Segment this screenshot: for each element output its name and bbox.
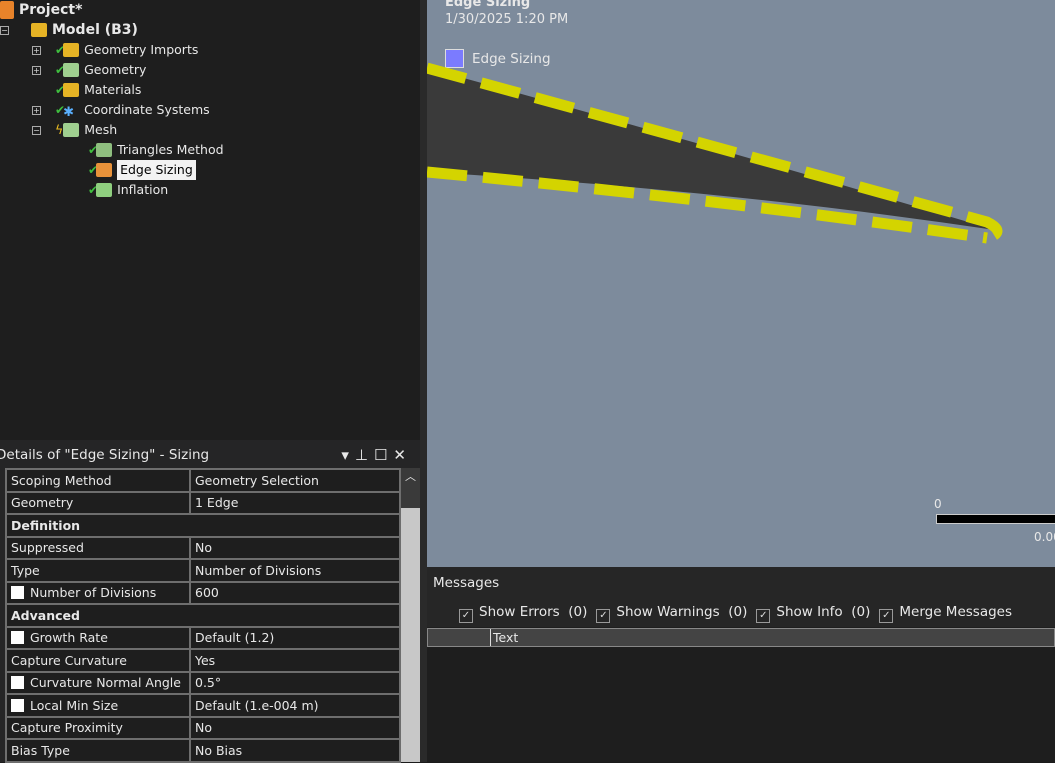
messages-table-header: Text bbox=[427, 628, 1055, 647]
close-icon[interactable]: ✕ bbox=[393, 446, 412, 464]
geometry-icon bbox=[63, 63, 80, 77]
checkbox[interactable]: ✓ bbox=[879, 609, 894, 623]
messages-panel: Messages ✓ Show Errors (0) ✓ Show Warnings … bbox=[427, 567, 1055, 762]
folder-icon bbox=[63, 43, 80, 57]
group-label: Definition bbox=[5, 513, 401, 538]
property-name: Scoping Method bbox=[5, 468, 191, 493]
property-name: Local Min Size bbox=[5, 693, 191, 718]
details-row[interactable]: Suppressed No bbox=[5, 535, 401, 560]
property-value[interactable]: No Bias bbox=[189, 738, 401, 763]
details-row[interactable]: Growth Rate Default (1.2) bbox=[5, 625, 401, 650]
property-value[interactable]: Yes bbox=[189, 648, 401, 673]
checkbox[interactable]: ✓ bbox=[459, 609, 473, 623]
message-filters: ✓ Show Errors (0) ✓ Show Warnings (0) ✓ Show … bbox=[427, 597, 1055, 627]
scale-label-start: 0 bbox=[934, 497, 942, 511]
parameter-checkbox[interactable] bbox=[11, 631, 24, 645]
tree-project[interactable]: Project* bbox=[0, 0, 82, 20]
details-table: Scoping Method Geometry Selection Geometry… bbox=[5, 468, 401, 763]
tree-model[interactable]: − Model (B3) bbox=[0, 20, 138, 40]
panel-splitter[interactable] bbox=[420, 0, 427, 762]
property-value[interactable]: Default (1.e-004 m) bbox=[189, 693, 401, 718]
details-scrollbar[interactable]: ︿ bbox=[401, 468, 420, 762]
graphics-viewport[interactable]: Edge Sizing 1/30/2025 1:20 PM Edge Sizin… bbox=[427, 0, 1055, 567]
checkbox[interactable]: ✓ bbox=[596, 609, 611, 623]
tree-item-triangles-method[interactable]: ✔ Triangles Method bbox=[88, 140, 224, 160]
filter-show-info[interactable]: ✓ Show Info (0) bbox=[756, 604, 870, 623]
property-name: Number of Divisions bbox=[5, 580, 191, 605]
details-row[interactable]: Type Number of Divisions bbox=[5, 558, 401, 583]
scale-bar bbox=[936, 514, 1055, 524]
property-name: Suppressed bbox=[5, 535, 191, 560]
details-row[interactable]: Number of Divisions 600 bbox=[5, 580, 401, 605]
details-group[interactable]: Definition bbox=[5, 513, 401, 538]
model-icon bbox=[31, 23, 47, 37]
property-value[interactable]: 0.5° bbox=[189, 670, 401, 695]
property-name: Geometry bbox=[5, 490, 191, 515]
property-name: Growth Rate bbox=[5, 625, 191, 650]
lightning-icon: ϟ bbox=[55, 122, 64, 137]
details-row[interactable]: Geometry 1 Edge bbox=[5, 490, 401, 515]
group-label: Advanced bbox=[5, 603, 401, 628]
expand-icon[interactable]: + bbox=[32, 65, 41, 75]
filter-show-warnings[interactable]: ✓ Show Warnings (0) bbox=[596, 604, 747, 623]
property-value[interactable]: No bbox=[189, 535, 401, 560]
details-row[interactable]: Bias Type No Bias bbox=[5, 738, 401, 763]
tree-item-coordinate-systems[interactable]: + ✔ ✱ Coordinate Systems bbox=[32, 100, 210, 120]
details-row[interactable]: Capture Curvature Yes bbox=[5, 648, 401, 673]
filter-show-errors[interactable]: ✓ Show Errors (0) bbox=[459, 604, 587, 623]
method-icon bbox=[96, 143, 113, 157]
expand-icon[interactable]: + bbox=[32, 105, 41, 115]
details-panel: Details of "Edge Sizing" - Sizing ▾⊥☐✕ S… bbox=[0, 440, 420, 763]
collapse-icon[interactable]: − bbox=[0, 25, 9, 35]
sizing-icon bbox=[96, 163, 113, 177]
property-name: Type bbox=[5, 558, 191, 583]
materials-icon bbox=[63, 83, 80, 97]
tree-item-mesh[interactable]: − ϟ Mesh bbox=[32, 120, 117, 140]
tree-item-edge-sizing[interactable]: ✔ Edge Sizing bbox=[88, 160, 196, 180]
expand-icon[interactable]: + bbox=[32, 45, 41, 55]
pin-icon[interactable]: ⊥ bbox=[355, 446, 374, 464]
scrollbar-thumb[interactable] bbox=[401, 508, 420, 762]
collapse-icon[interactable]: − bbox=[32, 125, 41, 135]
parameter-checkbox[interactable] bbox=[11, 586, 24, 600]
axes-icon: ✱ bbox=[63, 105, 74, 120]
property-name: Bias Type bbox=[5, 738, 191, 763]
outline-tree: Project* − Model (B3) + ✔ Geometry Imports … bbox=[0, 0, 420, 440]
property-value[interactable]: 1 Edge bbox=[189, 490, 401, 515]
mesh-icon bbox=[63, 123, 80, 137]
property-name: Curvature Normal Angle bbox=[5, 670, 191, 695]
filter-merge-messages[interactable]: ✓ Merge Messages bbox=[879, 604, 1020, 623]
details-row[interactable]: Curvature Normal Angle 0.5° bbox=[5, 670, 401, 695]
property-value[interactable]: Geometry Selection bbox=[189, 468, 401, 493]
details-row[interactable]: Capture Proximity No bbox=[5, 715, 401, 740]
property-value[interactable]: No bbox=[189, 715, 401, 740]
parameter-checkbox[interactable] bbox=[11, 676, 24, 690]
details-group[interactable]: Advanced bbox=[5, 603, 401, 628]
project-icon bbox=[0, 1, 14, 19]
tree-item-geometry[interactable]: + ✔ Geometry bbox=[32, 60, 146, 80]
details-row[interactable]: Local Min Size Default (1.e-004 m) bbox=[5, 693, 401, 718]
property-name: Capture Curvature bbox=[5, 648, 191, 673]
column-text[interactable]: Text bbox=[491, 629, 518, 646]
property-name: Capture Proximity bbox=[5, 715, 191, 740]
details-header: Details of "Edge Sizing" - Sizing ▾⊥☐✕ bbox=[0, 446, 412, 464]
checkbox[interactable]: ✓ bbox=[756, 609, 771, 623]
scroll-up-icon[interactable]: ︿ bbox=[401, 468, 420, 484]
tree-item-materials[interactable]: ✔ Materials bbox=[55, 80, 141, 100]
parameter-checkbox[interactable] bbox=[11, 698, 24, 712]
property-value[interactable]: Number of Divisions bbox=[189, 558, 401, 583]
messages-title: Messages bbox=[427, 567, 1055, 597]
tree-item-inflation[interactable]: ✔ Inflation bbox=[88, 180, 168, 200]
scale-label-end: 0.00 bbox=[1034, 530, 1055, 544]
geometry-shape bbox=[427, 62, 1003, 244]
property-value[interactable]: 600 bbox=[189, 580, 401, 605]
dropdown-icon[interactable]: ▾ bbox=[341, 446, 355, 464]
tree-item-geometry-imports[interactable]: + ✔ Geometry Imports bbox=[32, 40, 198, 60]
property-value[interactable]: Default (1.2) bbox=[189, 625, 401, 650]
maximize-icon[interactable]: ☐ bbox=[374, 446, 393, 464]
inflation-icon bbox=[96, 183, 113, 197]
details-row[interactable]: Scoping Method Geometry Selection bbox=[5, 468, 401, 493]
